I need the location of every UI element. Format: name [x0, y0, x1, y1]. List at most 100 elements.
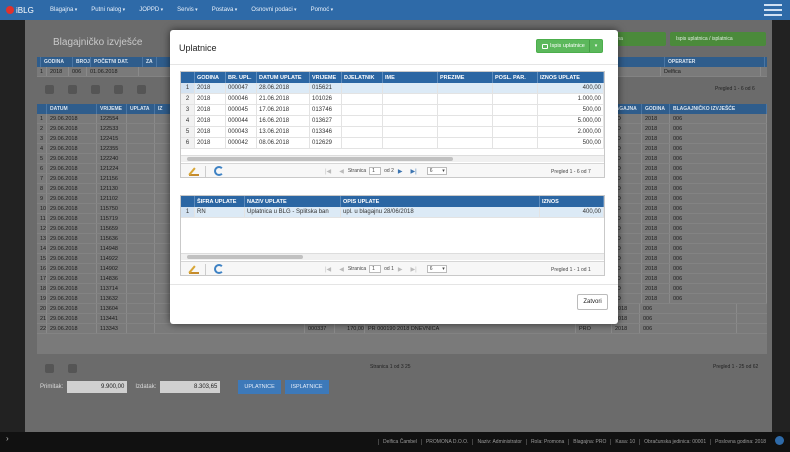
refresh-icon[interactable]: [137, 84, 146, 94]
payments-hscroll[interactable]: [181, 155, 604, 162]
pager-total-pages: od 1: [384, 266, 394, 272]
pager-stranica-label: Stranica: [347, 168, 367, 174]
menu-item-blagajna[interactable]: Blagajna: [50, 7, 77, 13]
reports-toolbar: [45, 82, 160, 96]
payments-grid: GODINA BR. UPL. DATUM UPLATE VRIJEME DJE…: [180, 71, 605, 178]
table-row[interactable]: 6 2018 000042 08.06.2018 012629 500,00: [181, 138, 604, 149]
items-hscroll[interactable]: [181, 253, 604, 260]
table-row[interactable]: 5 2018 000043 13.06.2018 013346 2.000,00: [181, 127, 604, 138]
payment-items-footer: |◀ ◀ Stranica 1 od 1 ▶ ▶| 6 Pregled 1 - …: [181, 261, 604, 275]
pager-size-select[interactable]: 25: [405, 364, 411, 370]
menu-item-osnovni-podaci[interactable]: Osnovni podaci: [251, 7, 296, 13]
pager-total-pages: od 2: [384, 168, 394, 174]
print-slip-label-wrap[interactable]: Ispis uplatnice: [537, 40, 590, 52]
print-dropdown-caret-icon[interactable]: ▾: [590, 43, 602, 49]
izdatak-value: 8.303,65: [160, 381, 221, 393]
edit-icon[interactable]: [68, 84, 77, 94]
prev-page-icon[interactable]: ◀: [339, 168, 344, 175]
payments-pager-info: Pregled 1 - 6 od 7: [551, 169, 591, 175]
col-opis-uplate: OPIS UPLATE: [341, 196, 540, 207]
status-user: Delfica Čambel: [378, 439, 421, 445]
col-datum: DATUM: [47, 104, 97, 114]
col-godina: GODINA: [41, 57, 73, 67]
refresh-icon[interactable]: [214, 264, 224, 274]
table-row[interactable]: 4 2018 000044 16.06.2018 013627 5.000,00: [181, 116, 604, 127]
col-blagajnicko-izvjesce: BLAGAJNIČKO IZVJEŠĆE: [670, 104, 767, 114]
col-operater: OPERATER: [665, 57, 765, 67]
table-row[interactable]: 22 29.06.2018 113343 000337 170,00 PR 000190 …: [37, 324, 767, 334]
hamburger-menu-icon[interactable]: [764, 4, 782, 16]
isplatnice-button[interactable]: ISPLATNICE: [284, 380, 329, 394]
status-kasa: Kasa: 10: [610, 439, 639, 445]
last-page-icon[interactable]: ▶|: [411, 168, 417, 175]
next-page-icon[interactable]: ▶: [398, 266, 403, 273]
refresh-icon[interactable]: [214, 166, 224, 176]
brand-logo[interactable]: iBLG: [0, 6, 50, 15]
payment-items-grid-header: ŠIFRA UPLATE NAZIV UPLATE OPIS UPLATE IZ…: [181, 196, 604, 207]
table-row[interactable]: 1 2018 000047 28.06.2018 015621 400,00: [181, 83, 604, 94]
items-hscroll-thumb[interactable]: [187, 255, 303, 259]
add-icon[interactable]: [45, 84, 54, 94]
last-page-icon[interactable]: ▶|: [411, 266, 417, 273]
search-icon[interactable]: [114, 84, 123, 94]
payments-grid-header: GODINA BR. UPL. DATUM UPLATE VRIJEME DJE…: [181, 72, 604, 83]
col-broj: BROJ: [73, 57, 91, 67]
col-datum-uplate: DATUM UPLATE: [257, 72, 310, 83]
items-pager-info: Pregled 1 - 1 od 1: [551, 267, 591, 273]
page-title: Blagajničko izvješće: [53, 37, 143, 48]
payments-pager: |◀ ◀ Stranica 1 od 2 ▶ ▶| 6: [321, 167, 447, 175]
dialog-title: Uplatnice: [179, 43, 217, 53]
pager-page-input[interactable]: 1: [369, 167, 382, 175]
menu-item-pomoc[interactable]: Pomoć: [311, 7, 334, 13]
search-icon[interactable]: [45, 363, 54, 373]
payments-hscroll-thumb[interactable]: [187, 157, 453, 161]
prev-page-icon[interactable]: ◀: [339, 266, 344, 273]
expand-chevron-icon[interactable]: ›: [6, 434, 9, 443]
payments-grid-rows: 1 2018 000047 28.06.2018 015621 400,00 2 2018 00…: [181, 83, 604, 149]
table-row[interactable]: 1 RN Uplatnica u BLG - Splitska ban upl. u …: [181, 207, 604, 218]
status-info-icon[interactable]: [775, 436, 784, 445]
pager-page-input[interactable]: 1: [390, 364, 393, 370]
menu-item-putni-nalog[interactable]: Putni nalog: [91, 7, 125, 13]
pager-size-select[interactable]: 6: [426, 167, 447, 175]
pager-page-input[interactable]: 1: [369, 265, 382, 273]
close-button[interactable]: Zatvori: [577, 294, 608, 310]
app-window: iBLG Blagajna Putni nalog JOPPD Servis P…: [0, 0, 790, 452]
first-page-icon[interactable]: |◀: [325, 266, 331, 273]
col-uplata: UPLATA: [127, 104, 155, 114]
pager-total-pages: od 3: [393, 364, 404, 370]
col-vrijeme: VRIJEME: [310, 72, 342, 83]
print-slips-button[interactable]: Ispis uplatnica / isplatnica: [670, 32, 766, 46]
next-page-icon[interactable]: ▶: [398, 168, 403, 175]
first-page-icon[interactable]: |◀: [325, 168, 331, 175]
right-margin: [772, 20, 790, 432]
table-row[interactable]: 3 2018 000045 17.06.2018 013746 500,00: [181, 105, 604, 116]
payment-items-grid: ŠIFRA UPLATE NAZIV UPLATE OPIS UPLATE IZ…: [180, 195, 605, 276]
left-margin: [0, 20, 25, 432]
col-godina: GODINA: [195, 72, 226, 83]
col-pocetni-dat: POČETNI DAT.: [91, 57, 143, 67]
main-menu: Blagajna Putni nalog JOPPD Servis Postav…: [50, 7, 347, 13]
edit-icon[interactable]: [189, 166, 199, 176]
table-row[interactable]: 2 2018 000046 21.06.2018 101026 1.000,00: [181, 94, 604, 105]
transactions-pager-info: Pregled 1 - 25 od 62: [713, 364, 759, 370]
col-br-upl: BR. UPL.: [226, 72, 257, 83]
print-slip-button[interactable]: Ispis uplatnice ▾: [536, 39, 603, 53]
col-djelatnik: DJELATNIK: [342, 72, 383, 83]
status-year: Poslovna godina: 2018: [710, 439, 770, 445]
brand-name: iBLG: [16, 5, 34, 15]
menu-item-joppd[interactable]: JOPPD: [139, 7, 163, 13]
menu-item-servis[interactable]: Servis: [177, 7, 198, 13]
edit-icon[interactable]: [189, 264, 199, 274]
pager-size-select[interactable]: 6: [426, 265, 447, 273]
uplatnice-button[interactable]: UPLATNICE: [238, 380, 281, 394]
col-prezime: PREZIME: [438, 72, 493, 83]
status-company: PROMONA D.O.O.: [420, 439, 473, 445]
col-vrijeme: VRIJEME: [97, 104, 127, 114]
delete-icon[interactable]: [91, 84, 100, 94]
pager-stranica-label: Stranica: [370, 364, 389, 370]
refresh-icon[interactable]: [68, 363, 77, 373]
dialog-footer-divider: [170, 284, 618, 285]
col-ime: IME: [383, 72, 438, 83]
menu-item-postava[interactable]: Postava: [212, 7, 238, 13]
